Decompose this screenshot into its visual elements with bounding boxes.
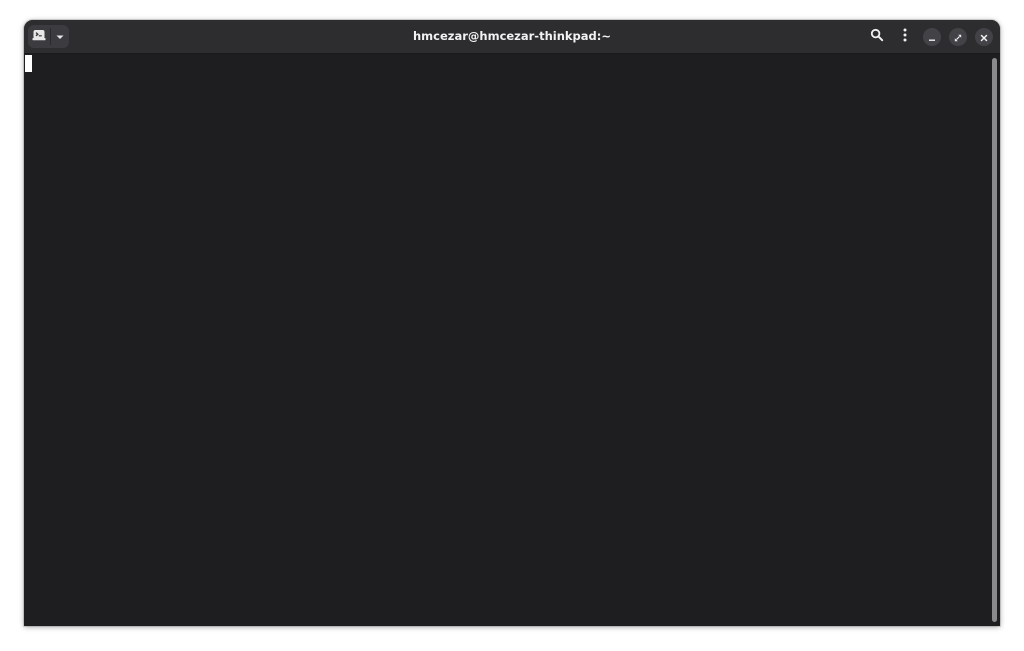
vertical-dots-icon — [902, 27, 908, 46]
terminal-cursor — [25, 55, 32, 72]
terminal-window: hmcezar@hmcezar-thinkpad:~ — [24, 20, 1000, 626]
close-button[interactable] — [975, 28, 993, 46]
maximize-icon — [953, 28, 963, 47]
window-title: hmcezar@hmcezar-thinkpad:~ — [412, 29, 611, 43]
minimize-icon — [927, 28, 937, 47]
vertical-scrollbar[interactable] — [992, 58, 997, 622]
search-button[interactable] — [865, 24, 889, 48]
main-menu-button[interactable] — [893, 24, 917, 48]
maximize-button[interactable] — [949, 28, 967, 46]
minimize-button[interactable] — [923, 28, 941, 46]
terminal-area[interactable] — [24, 54, 1000, 626]
header-bar[interactable]: hmcezar@hmcezar-thinkpad:~ — [24, 20, 1000, 54]
close-icon — [979, 28, 989, 47]
search-icon — [870, 27, 884, 46]
